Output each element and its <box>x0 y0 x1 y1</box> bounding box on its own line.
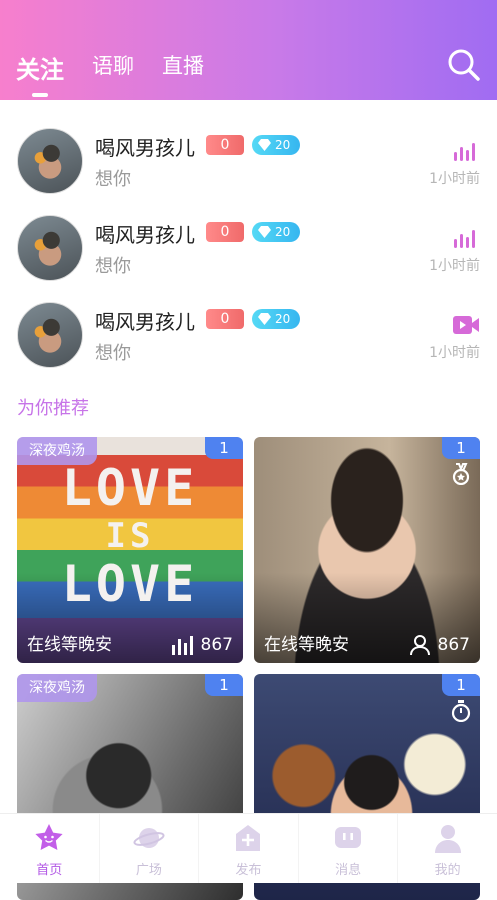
card-tag: 深夜鸡汤 <box>17 437 97 465</box>
card-caption: 在线等晚安 <box>27 635 112 655</box>
timer-icon <box>451 700 471 722</box>
message-preview: 想你 <box>95 169 131 190</box>
tabbar-item-profile[interactable]: 我的 <box>397 814 497 883</box>
tabbar-label: 发布 <box>235 863 262 878</box>
card-rank-badge: 1 <box>442 674 480 696</box>
level-badge: 0 <box>206 135 244 155</box>
message-preview: 想你 <box>95 343 131 364</box>
level-badge: 0 <box>206 309 244 329</box>
diamond-count: 20 <box>275 225 291 239</box>
diamond-icon <box>258 313 271 325</box>
header-tabs: 关注 语聊 直播 <box>16 50 204 85</box>
bottom-tab-bar: 首页 广场 发布 消息 我的 <box>0 813 497 883</box>
tabbar-label: 广场 <box>135 863 162 878</box>
count-value: 867 <box>437 635 470 655</box>
recommend-card[interactable]: LOVE IS LOVE 深夜鸡汤 1 在线等晚安 867 <box>17 437 243 663</box>
recommend-card[interactable]: 1 在线等晚安 867 <box>254 437 480 663</box>
avatar[interactable] <box>17 128 83 194</box>
diamond-badge: 20 <box>252 135 300 155</box>
card-tag: 深夜鸡汤 <box>17 674 97 702</box>
card-listener-count: 867 <box>171 635 233 655</box>
count-value: 867 <box>200 635 233 655</box>
profile-icon <box>434 825 461 853</box>
user-name: 喝风男孩儿 <box>95 136 195 160</box>
level-badge: 0 <box>206 222 244 242</box>
message-row[interactable]: 喝风男孩儿 0 20 想你 1小时前 <box>0 205 497 292</box>
top-header: 关注 语聊 直播 <box>0 0 497 100</box>
section-title-recommend: 为你推荐 <box>17 398 89 419</box>
card-caption: 在线等晚安 <box>264 635 349 655</box>
diamond-count: 20 <box>275 312 291 326</box>
tabbar-item-home[interactable]: 首页 <box>0 814 99 883</box>
user-name: 喝风男孩儿 <box>95 223 195 247</box>
message-row[interactable]: 喝风男孩儿 0 20 想你 1小时前 <box>0 118 497 205</box>
star-home-icon <box>35 824 63 850</box>
medal-icon <box>452 463 470 485</box>
audio-wave-icon <box>454 230 475 248</box>
tabbar-item-messages[interactable]: 消息 <box>297 814 398 883</box>
card-rank-badge: 1 <box>442 437 480 459</box>
photo-text: LOVE IS LOVE <box>61 459 199 613</box>
diamond-icon <box>258 226 271 238</box>
tabbar-label: 首页 <box>36 863 63 878</box>
tab-live[interactable]: 直播 <box>162 50 204 85</box>
diamond-badge: 20 <box>252 222 300 242</box>
message-icon <box>335 827 362 848</box>
card-viewer-count: 867 <box>408 635 470 655</box>
diamond-count: 20 <box>275 138 291 152</box>
person-icon <box>409 635 430 655</box>
tabbar-item-publish[interactable]: 发布 <box>198 814 298 883</box>
tab-follow[interactable]: 关注 <box>16 50 64 85</box>
message-time: 1小时前 <box>429 171 480 187</box>
planet-icon <box>133 828 165 848</box>
message-time: 1小时前 <box>429 258 480 274</box>
message-list: 喝风男孩儿 0 20 想你 1小时前 喝风男孩儿 0 20 想你 1小时前 喝风… <box>0 118 497 379</box>
tabbar-label: 我的 <box>434 863 461 878</box>
publish-plus-icon <box>236 825 261 851</box>
tabbar-label: 消息 <box>335 863 362 878</box>
tabbar-item-square[interactable]: 广场 <box>98 814 199 883</box>
audio-wave-icon <box>454 143 475 161</box>
user-name: 喝风男孩儿 <box>95 310 195 334</box>
card-rank-badge: 1 <box>205 437 243 459</box>
message-time: 1小时前 <box>429 345 480 361</box>
message-row[interactable]: 喝风男孩儿 0 20 想你 1小时前 <box>0 292 497 379</box>
diamond-badge: 20 <box>252 309 300 329</box>
diamond-icon <box>258 139 271 151</box>
card-rank-badge: 1 <box>205 674 243 696</box>
search-icon[interactable] <box>447 48 481 82</box>
video-camera-icon <box>453 316 479 334</box>
avatar[interactable] <box>17 302 83 368</box>
avatar[interactable] <box>17 215 83 281</box>
tab-voice-chat[interactable]: 语聊 <box>92 50 134 85</box>
message-preview: 想你 <box>95 256 131 277</box>
audio-bars-icon <box>171 636 193 655</box>
